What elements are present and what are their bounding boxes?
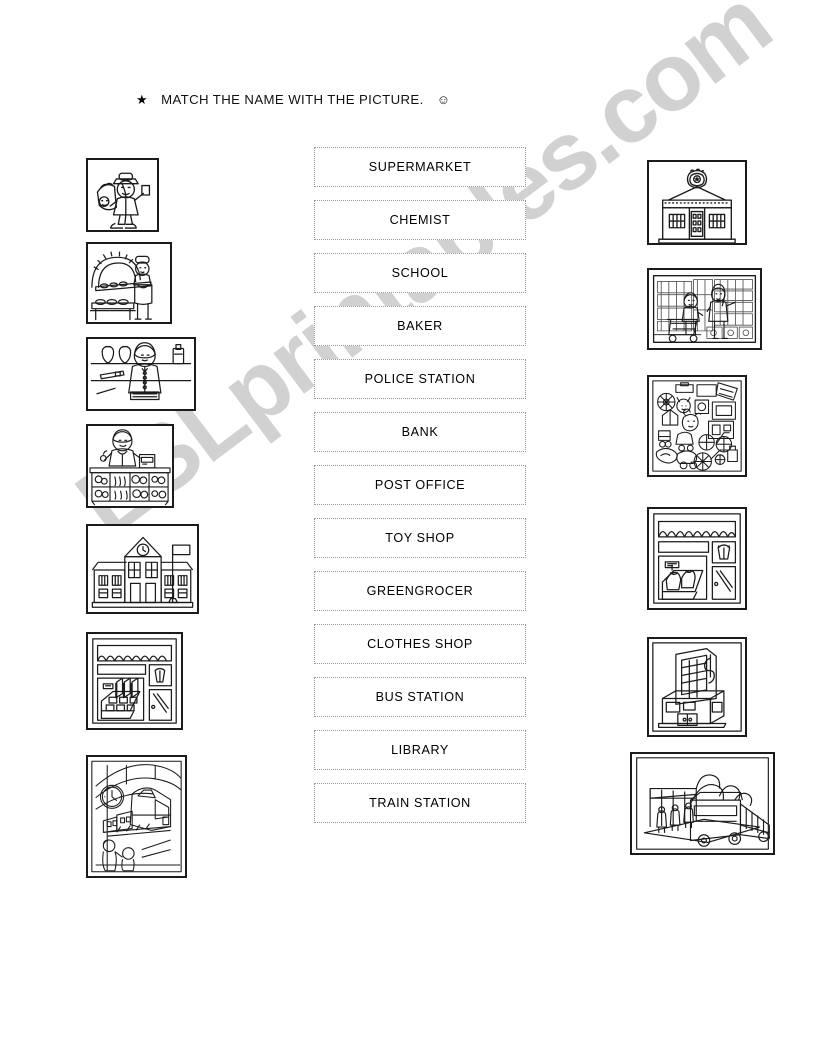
word-label: BUS STATION [375, 690, 465, 704]
word-list: SUPERMARKET CHEMIST SCHOOL BAKER POLICE … [314, 147, 526, 836]
instruction-text: MATCH THE NAME WITH THE PICTURE. [161, 92, 424, 107]
word-label: GREENGROCER [366, 584, 474, 598]
star-bullet-icon: ★ [136, 92, 149, 107]
greengrocer-picture [86, 424, 174, 508]
chemist-picture [86, 337, 196, 411]
word-box[interactable]: CLOTHES SHOP [314, 624, 526, 664]
toy-shop-picture [647, 375, 747, 477]
instruction-line: ★ MATCH THE NAME WITH THE PICTURE. ☺ [136, 92, 450, 107]
word-box[interactable]: SUPERMARKET [314, 147, 526, 187]
word-label: POLICE STATION [364, 372, 476, 386]
word-box[interactable]: LIBRARY [314, 730, 526, 770]
word-box[interactable]: GREENGROCER [314, 571, 526, 611]
word-label: CLOTHES SHOP [367, 637, 473, 651]
word-box[interactable]: CHEMIST [314, 200, 526, 240]
school-picture [86, 524, 199, 614]
word-box[interactable]: TRAIN STATION [314, 783, 526, 823]
word-label: LIBRARY [391, 743, 449, 757]
baker-picture [86, 242, 172, 324]
train-station-picture [86, 755, 187, 878]
word-box[interactable]: SCHOOL [314, 253, 526, 293]
word-label: TOY SHOP [385, 531, 455, 545]
word-label: BANK [401, 425, 439, 439]
bank-picture [647, 637, 747, 737]
word-label: CHEMIST [389, 213, 451, 227]
word-label: SUPERMARKET [368, 160, 472, 174]
worksheet-page: ★ MATCH THE NAME WITH THE PICTURE. ☺ ESL… [0, 0, 821, 1062]
clothes-shop-picture [647, 507, 747, 610]
word-label: BAKER [397, 319, 443, 333]
bookshop-picture [86, 632, 183, 730]
postman-picture [86, 158, 159, 232]
word-label: POST OFFICE [374, 478, 466, 492]
word-box[interactable]: POLICE STATION [314, 359, 526, 399]
smiley-face-icon: ☺ [436, 92, 451, 107]
word-box[interactable]: POST OFFICE [314, 465, 526, 505]
bus-station-picture [630, 752, 775, 855]
word-box[interactable]: BANK [314, 412, 526, 452]
police-station-picture [647, 160, 747, 245]
word-label: SCHOOL [391, 266, 449, 280]
supermarket-picture [647, 268, 762, 350]
word-label: TRAIN STATION [369, 796, 471, 810]
word-box[interactable]: BAKER [314, 306, 526, 346]
word-box[interactable]: BUS STATION [314, 677, 526, 717]
word-box[interactable]: TOY SHOP [314, 518, 526, 558]
